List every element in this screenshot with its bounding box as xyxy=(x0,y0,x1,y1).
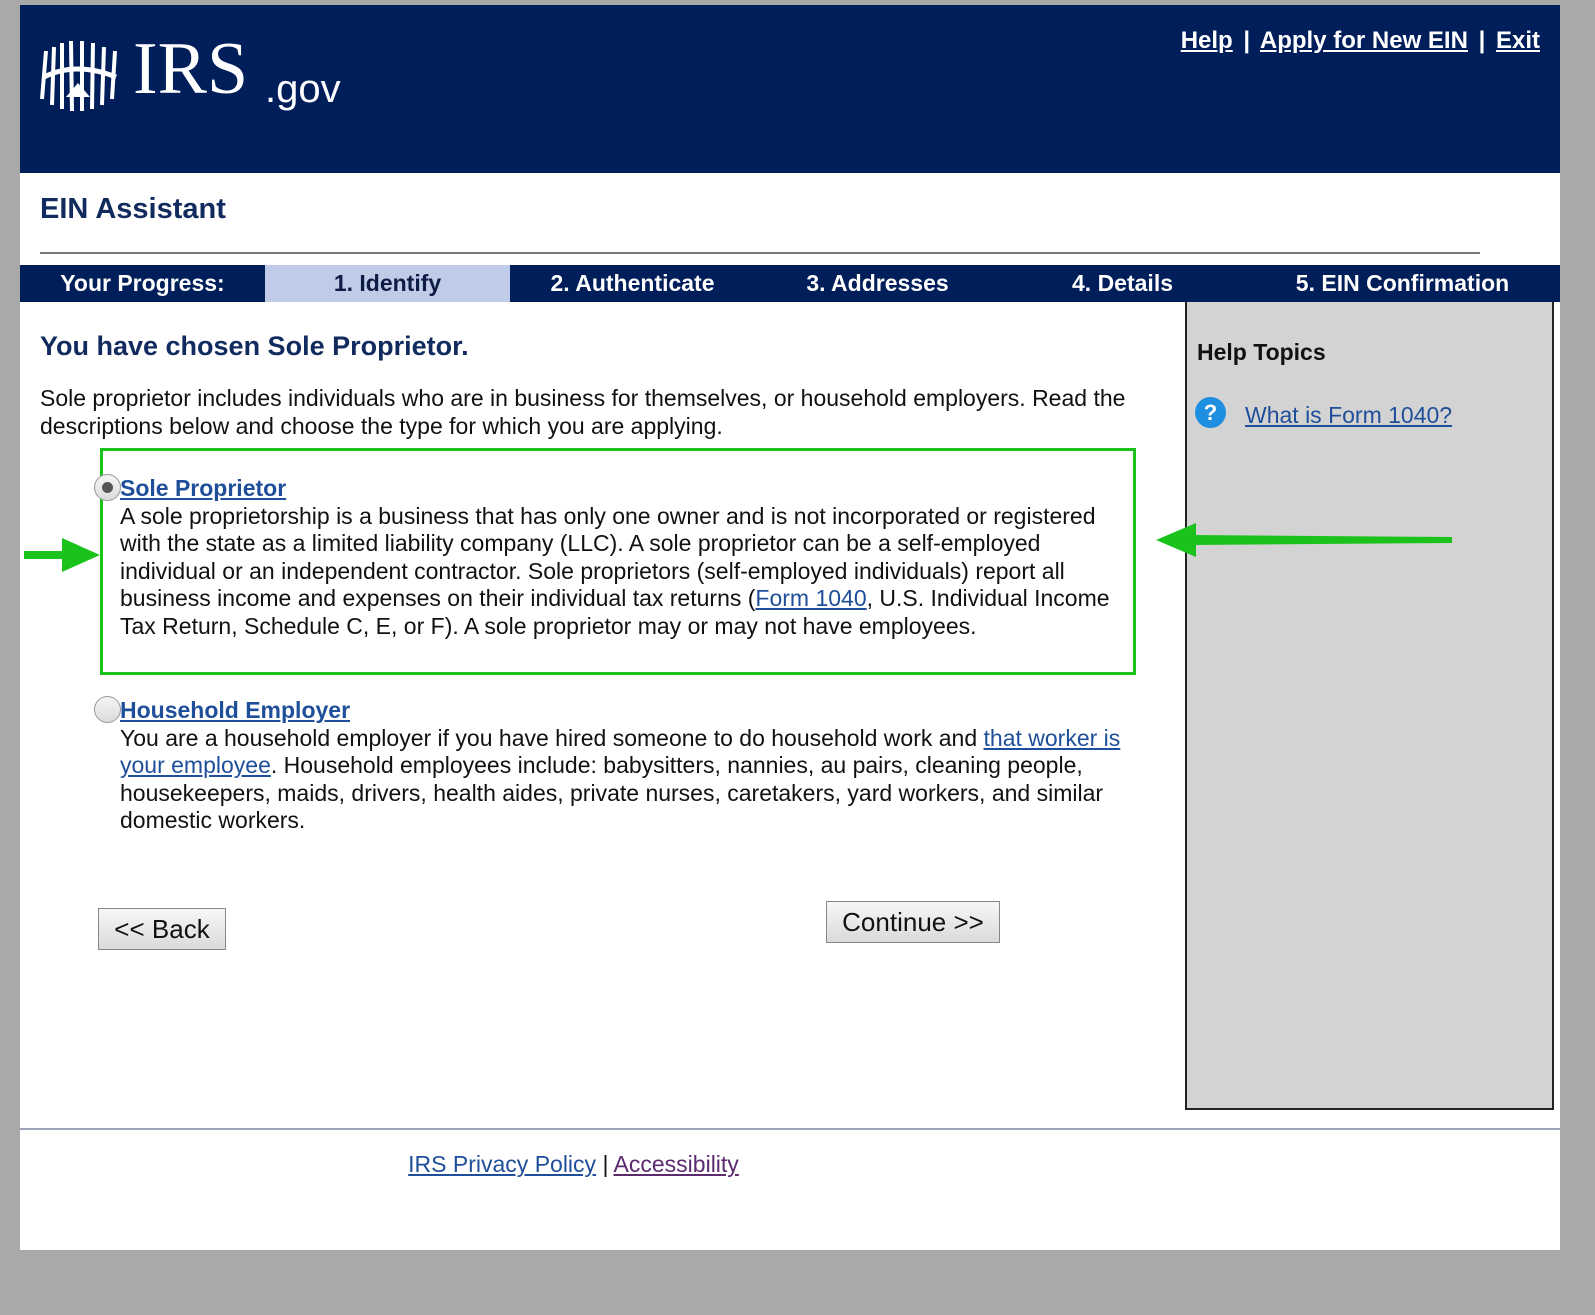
option-sole-proprietor: Sole Proprietor A sole proprietorship is… xyxy=(94,474,1132,641)
intro-text: Sole proprietor includes individuals who… xyxy=(40,385,1126,439)
progress-step-identify: 1. Identify xyxy=(265,265,510,302)
question-circle-icon[interactable]: ? xyxy=(1195,397,1226,428)
divider xyxy=(40,252,1480,254)
page: IRS .gov Help | Apply for New EIN | Exit… xyxy=(20,5,1560,1250)
gov-logo-text[interactable]: .gov xyxy=(265,69,341,109)
household-employer-radio[interactable] xyxy=(94,696,121,723)
annotation-arrow-right-icon xyxy=(24,538,100,572)
progress-step-addresses: 3. Addresses xyxy=(806,270,949,296)
separator: | xyxy=(1478,27,1486,54)
footer-links: IRS Privacy Policy | Accessibility xyxy=(20,1151,1127,1178)
apply-new-ein-link[interactable]: Apply for New EIN xyxy=(1260,27,1468,54)
site-header: IRS .gov Help | Apply for New EIN | Exit xyxy=(20,5,1560,173)
progress-label: Your Progress: xyxy=(60,270,225,296)
progress-step-authenticate: 2. Authenticate xyxy=(550,270,715,296)
option-household-employer: Household Employer You are a household e… xyxy=(94,696,1132,835)
progress-step-details: 4. Details xyxy=(1072,270,1173,296)
help-topics-title: Help Topics xyxy=(1197,339,1326,365)
help-sidebar: Help Topics ? What is Form 1040? xyxy=(1185,302,1554,1110)
back-button[interactable]: << Back xyxy=(98,908,226,950)
irs-eagle-logo-icon[interactable] xyxy=(36,39,120,120)
household-employer-title-link[interactable]: Household Employer xyxy=(120,697,1132,725)
accessibility-link[interactable]: Accessibility xyxy=(614,1151,739,1177)
page-heading: You have chosen Sole Proprietor. xyxy=(40,331,469,361)
sole-proprietor-title-link[interactable]: Sole Proprietor xyxy=(120,475,1132,503)
privacy-policy-link[interactable]: IRS Privacy Policy xyxy=(408,1151,596,1177)
annotation-arrow-left-icon xyxy=(1156,523,1452,557)
progress-bar: Your Progress: 1. Identify 2. Authentica… xyxy=(20,265,1560,302)
option-description: You are a household employer if you have… xyxy=(120,724,984,751)
exit-link[interactable]: Exit xyxy=(1496,27,1540,54)
separator: | xyxy=(602,1151,609,1177)
app-title: EIN Assistant xyxy=(40,193,226,225)
what-is-form-1040-link[interactable]: What is Form 1040? xyxy=(1245,402,1452,429)
progress-step-ein-confirmation: 5. EIN Confirmation xyxy=(1295,270,1510,296)
footer-divider xyxy=(20,1128,1560,1130)
help-link[interactable]: Help xyxy=(1181,27,1233,54)
form-1040-link[interactable]: Form 1040 xyxy=(755,585,866,611)
continue-button[interactable]: Continue >> xyxy=(826,901,1000,943)
top-links: Help | Apply for New EIN | Exit xyxy=(1181,27,1540,55)
sole-proprietor-radio[interactable] xyxy=(94,474,121,501)
separator: | xyxy=(1243,27,1251,54)
irs-logo-text[interactable]: IRS xyxy=(133,32,248,106)
